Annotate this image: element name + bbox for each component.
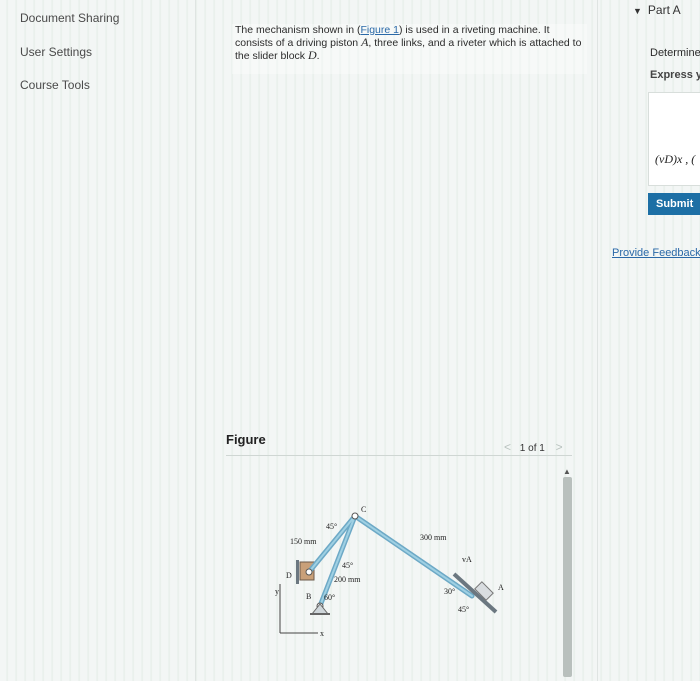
label-angle-60: 60° — [324, 593, 335, 602]
figure-pager: < 1 of 1 > — [504, 440, 563, 454]
label-angle-45b: 45° — [458, 605, 469, 614]
scroll-thumb[interactable] — [563, 477, 572, 677]
problem-text-4: . — [316, 50, 320, 62]
content-divider — [597, 0, 598, 681]
label-angle-30: 30° — [444, 587, 455, 596]
provide-feedback-link[interactable]: Provide Feedback — [612, 247, 700, 259]
label-point-b: B — [306, 592, 311, 601]
label-angle-mid: 45° — [342, 561, 353, 570]
label-point-c: C — [361, 505, 366, 514]
part-a-prompt: Determine — [650, 47, 700, 59]
part-a-toggle[interactable]: ▼ Part A — [633, 3, 681, 17]
figure-heading: Figure — [226, 432, 266, 447]
label-300mm: 300 mm — [420, 533, 447, 542]
next-figure-icon[interactable]: > — [556, 440, 563, 454]
scroll-up-icon[interactable]: ▲ — [563, 467, 571, 476]
nav-user-settings[interactable]: User Settings — [20, 45, 92, 59]
ground-support-b — [310, 603, 330, 615]
left-nav: Document Sharing User Settings Course To… — [0, 0, 190, 681]
submit-button[interactable]: Submit — [648, 193, 700, 215]
block-var: D — [307, 48, 317, 62]
answer-variable-label: (vD)x , ( — [655, 152, 696, 166]
mechanism-diagram: 45° C 150 mm 300 mm 45° 200 mm D B 60° 3… — [275, 505, 504, 638]
figure-count: 1 of 1 — [519, 443, 545, 454]
label-va: vA — [462, 555, 472, 564]
label-axis-x: x — [320, 629, 324, 638]
prev-figure-icon[interactable]: < — [504, 440, 511, 454]
figure-divider — [226, 455, 572, 456]
label-axis-y: y — [275, 587, 279, 596]
slider-guide — [296, 560, 299, 584]
nav-course-tools[interactable]: Course Tools — [20, 78, 90, 92]
label-point-d: D — [286, 571, 292, 580]
part-a-title: Part A — [647, 3, 681, 17]
answer-input-box[interactable] — [648, 92, 700, 186]
nav-document-sharing[interactable]: Document Sharing — [20, 11, 119, 25]
pin-d — [305, 568, 313, 576]
label-angle-top: 45° — [326, 522, 337, 531]
label-200mm: 200 mm — [334, 575, 361, 584]
problem-statement: The mechanism shown in (Figure 1) is use… — [232, 24, 587, 74]
part-a-express: Express y — [650, 69, 700, 81]
pin-c — [351, 512, 359, 520]
label-point-a: A — [498, 583, 504, 592]
label-150mm: 150 mm — [290, 537, 317, 546]
collapse-triangle-icon: ▼ — [633, 6, 642, 16]
nav-divider — [195, 0, 196, 681]
problem-text-1: The mechanism shown in ( — [235, 24, 361, 36]
figure-scrollbar[interactable]: ▲ — [561, 467, 573, 681]
